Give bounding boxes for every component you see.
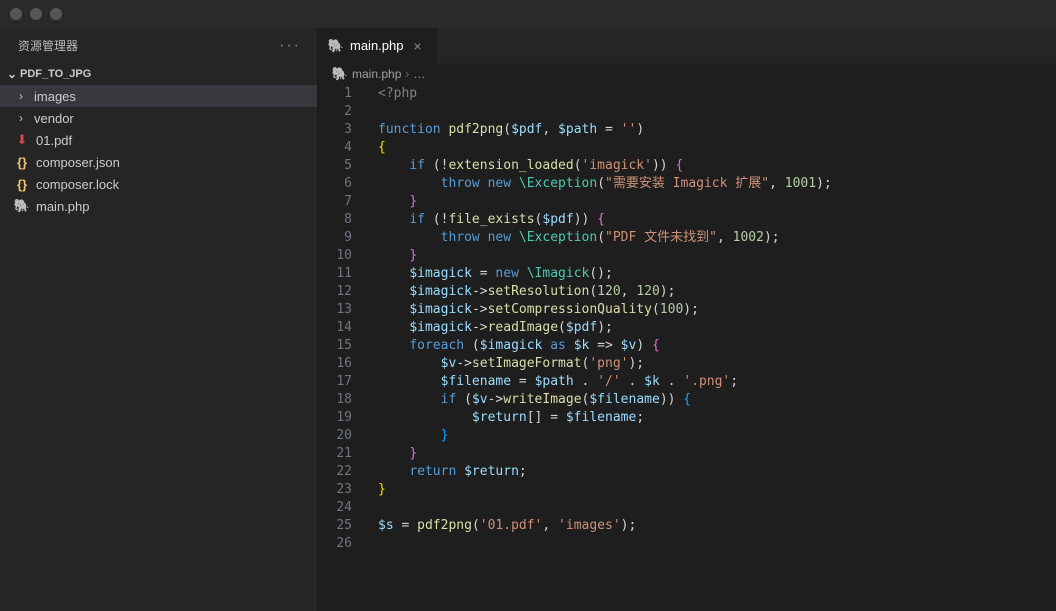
tree-item-label: 01.pdf xyxy=(36,133,72,148)
tree-file-composer-lock[interactable]: {} composer.lock xyxy=(0,173,317,195)
code-editor[interactable]: 1234567891011121314151617181920212223242… xyxy=(318,85,1056,611)
php-icon: 🐘 xyxy=(14,198,30,214)
php-icon: 🐘 xyxy=(332,66,348,82)
file-tree: › images › vendor ⬇ 01.pdf {} composer.j… xyxy=(0,85,317,217)
chevron-down-icon: ⌄ xyxy=(4,67,20,81)
php-icon: 🐘 xyxy=(328,38,344,54)
tab-main-php[interactable]: 🐘 main.php × xyxy=(318,28,438,63)
editor-tabs: 🐘 main.php × xyxy=(318,28,1056,63)
tree-item-label: vendor xyxy=(34,111,74,126)
chevron-right-icon: › xyxy=(405,67,409,81)
close-icon[interactable]: × xyxy=(409,38,421,54)
breadcrumb[interactable]: 🐘 main.php › … xyxy=(318,63,1056,85)
tree-item-label: images xyxy=(34,89,76,104)
line-gutter: 1234567891011121314151617181920212223242… xyxy=(318,85,366,611)
json-icon: {} xyxy=(14,155,30,170)
tab-label: main.php xyxy=(350,38,403,53)
breadcrumb-trail: … xyxy=(413,67,425,81)
explorer-header: 资源管理器 ··· xyxy=(0,28,317,63)
project-name: PDF_TO_JPG xyxy=(20,68,91,80)
tree-item-label: composer.lock xyxy=(36,177,119,192)
explorer-sidebar: 资源管理器 ··· ⌄ PDF_TO_JPG › images › vendor… xyxy=(0,28,318,611)
tree-item-label: main.php xyxy=(36,199,89,214)
traffic-minimize[interactable] xyxy=(30,8,42,20)
chevron-right-icon: › xyxy=(14,111,28,125)
breadcrumb-file: main.php xyxy=(352,67,401,81)
more-icon[interactable]: ··· xyxy=(279,37,305,55)
project-header[interactable]: ⌄ PDF_TO_JPG xyxy=(0,63,317,85)
explorer-title: 资源管理器 xyxy=(18,37,78,54)
code-content[interactable]: <?phpfunction pdf2png($pdf, $path = ''){… xyxy=(366,85,1056,611)
tree-folder-images[interactable]: › images xyxy=(0,85,317,107)
tree-file-composer-json[interactable]: {} composer.json xyxy=(0,151,317,173)
window-titlebar xyxy=(0,0,1056,28)
tree-folder-vendor[interactable]: › vendor xyxy=(0,107,317,129)
editor-pane: 🐘 main.php × 🐘 main.php › … 123456789101… xyxy=(318,28,1056,611)
json-icon: {} xyxy=(14,177,30,192)
tree-file-main-php[interactable]: 🐘 main.php xyxy=(0,195,317,217)
tree-file-pdf[interactable]: ⬇ 01.pdf xyxy=(0,129,317,151)
traffic-close[interactable] xyxy=(10,8,22,20)
pdf-icon: ⬇ xyxy=(14,132,30,148)
traffic-zoom[interactable] xyxy=(50,8,62,20)
tree-item-label: composer.json xyxy=(36,155,120,170)
chevron-right-icon: › xyxy=(14,89,28,103)
